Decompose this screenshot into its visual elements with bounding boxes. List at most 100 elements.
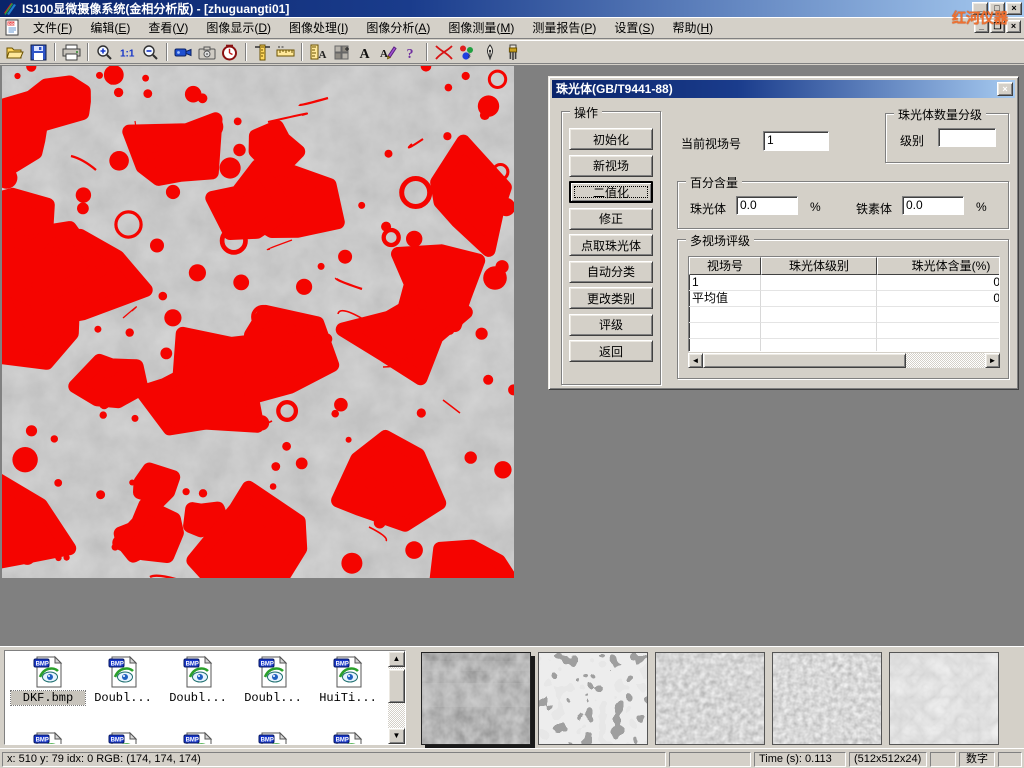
- save-button[interactable]: [27, 41, 50, 63]
- ruler-button[interactable]: [274, 41, 297, 63]
- annotate-button[interactable]: A: [376, 41, 399, 63]
- print-button[interactable]: [60, 41, 83, 63]
- actual-size-button[interactable]: 1:1: [116, 41, 139, 63]
- camera-capture-button[interactable]: [195, 41, 218, 63]
- file-item-row2-0[interactable]: BMP: [11, 731, 85, 745]
- help-button[interactable]: ?: [399, 41, 422, 63]
- window-close-button[interactable]: ×: [1006, 2, 1022, 15]
- file-item-0[interactable]: BMP DKF.bmp: [11, 655, 85, 705]
- op-button-8[interactable]: 返回: [569, 340, 653, 362]
- op-button-label: 点取珠光体: [581, 237, 641, 254]
- cursor-position-status: x: 510 y: 79 idx: 0 RGB: (174, 174, 174): [2, 752, 666, 767]
- table-row[interactable]: 10.0: [689, 275, 999, 291]
- dialog-title: 珠光体(GB/T9441-88): [556, 82, 673, 96]
- table-horizontal-scrollbar[interactable]: ◄ ►: [688, 353, 1000, 368]
- open-file-button[interactable]: [4, 41, 27, 63]
- video-camera-button[interactable]: [172, 41, 195, 63]
- op-button-0[interactable]: 初始化: [569, 128, 653, 150]
- scroll-left-icon[interactable]: ◄: [688, 353, 703, 368]
- menu-item-5[interactable]: 图像分析(A): [357, 16, 439, 39]
- file-item-row2-3[interactable]: BMP: [236, 731, 310, 745]
- thumbnail-5[interactable]: [889, 652, 999, 745]
- thumbnail-4[interactable]: [772, 652, 882, 745]
- zoom-out-button[interactable]: [139, 41, 162, 63]
- svg-text:BMP: BMP: [36, 662, 49, 668]
- file-name[interactable]: DKF.bmp: [11, 691, 85, 705]
- menu-item-3[interactable]: 图像显示(D): [197, 16, 280, 39]
- table-cell-pearlite: 0.0: [877, 275, 1000, 291]
- op-button-7[interactable]: 评级: [569, 314, 653, 336]
- file-name[interactable]: Doubl...: [236, 691, 310, 705]
- menu-item-9[interactable]: 帮助(H): [663, 16, 722, 39]
- brush-tool-button[interactable]: [501, 41, 524, 63]
- measure-label-icon: A: [310, 44, 328, 61]
- file-item-2[interactable]: BMP Doubl...: [161, 655, 235, 705]
- caliper-button[interactable]: [251, 41, 274, 63]
- file-item-row2-4[interactable]: BMP: [311, 731, 385, 745]
- file-name[interactable]: Doubl...: [161, 691, 235, 705]
- op-button-3[interactable]: 修正: [569, 208, 653, 230]
- curve-tool-button[interactable]: [432, 41, 455, 63]
- bmp-file-icon: BMP: [31, 731, 65, 745]
- menu-item-0[interactable]: 文件(F): [24, 16, 81, 39]
- menu-item-2[interactable]: 查看(V): [139, 16, 197, 39]
- file-item-3[interactable]: BMP Doubl...: [236, 655, 310, 705]
- curve-tool-icon: [434, 44, 454, 61]
- pearlite-dialog: 珠光体(GB/T9441-88) × 操作 初始化新视场二值化修正点取珠光体自动…: [548, 76, 1019, 390]
- scrollbar-thumb[interactable]: [388, 669, 405, 703]
- menu-item-1[interactable]: 编辑(E): [81, 16, 139, 39]
- metallographic-image[interactable]: [2, 66, 514, 578]
- dialog-close-button[interactable]: ×: [997, 82, 1013, 96]
- text-button[interactable]: A: [353, 41, 376, 63]
- table-header-2[interactable]: 珠光体含量(%): [877, 257, 1000, 275]
- file-item-row2-1[interactable]: BMP: [86, 731, 160, 745]
- menu-item-8[interactable]: 设置(S): [605, 16, 663, 39]
- ruler-icon: [276, 45, 295, 60]
- file-item-1[interactable]: BMP Doubl...: [86, 655, 160, 705]
- measure-label-button[interactable]: A: [307, 41, 330, 63]
- current-field-input[interactable]: 1: [763, 131, 829, 151]
- file-name[interactable]: Doubl...: [86, 691, 160, 705]
- menu-item-4[interactable]: 图像处理(I): [280, 16, 357, 39]
- table-header-0[interactable]: 视场号: [689, 257, 761, 275]
- thumbnail-1[interactable]: [421, 652, 531, 745]
- file-list: BMP DKF.bmp BMP Doubl... BMP Doubl... BM…: [4, 650, 406, 745]
- pearlite-input[interactable]: 0.0: [736, 196, 798, 215]
- op-button-1[interactable]: 新视场: [569, 155, 653, 177]
- timer-button[interactable]: [218, 41, 241, 63]
- count-points-button[interactable]: 3: [455, 41, 478, 63]
- grade-input[interactable]: [938, 128, 996, 147]
- menu-item-6[interactable]: 图像测量(M): [439, 16, 523, 39]
- op-button-4[interactable]: 点取珠光体: [569, 234, 653, 256]
- grid-measure-button[interactable]: [330, 41, 353, 63]
- multi-field-group: 多视场评级 视场号珠光体级别珠光体含量(%)铁素体 10.0平均值0.0 ◄ ►: [677, 239, 1009, 379]
- table-row[interactable]: 平均值0.0: [689, 291, 999, 307]
- scroll-up-icon[interactable]: ▲: [388, 651, 405, 667]
- file-name[interactable]: HuiTi...: [311, 691, 385, 705]
- scroll-down-icon[interactable]: ▼: [388, 728, 405, 744]
- table-header-1[interactable]: 珠光体级别: [761, 257, 877, 275]
- child-close-button[interactable]: ×: [1006, 20, 1021, 33]
- ferrite-label: 铁素体: [856, 200, 892, 217]
- file-list-scrollbar[interactable]: ▲ ▼: [388, 651, 405, 744]
- file-item-4[interactable]: BMP HuiTi...: [311, 655, 385, 705]
- scrollbar-thumb[interactable]: [703, 353, 906, 368]
- rating-table[interactable]: 视场号珠光体级别珠光体含量(%)铁素体 10.0平均值0.0: [688, 256, 1000, 352]
- op-button-6[interactable]: 更改类别: [569, 287, 653, 309]
- zoom-in-button[interactable]: [93, 41, 116, 63]
- svg-text:A: A: [380, 48, 388, 60]
- pen-tool-button[interactable]: [478, 41, 501, 63]
- application-window: IS100显微摄像系统(金相分析版) - [zhuguangti01] _ □ …: [0, 0, 1024, 768]
- thumbnail-3[interactable]: [655, 652, 765, 745]
- help-icon: ?: [404, 44, 418, 61]
- menu-item-7[interactable]: 测量报告(P): [523, 16, 605, 39]
- op-button-5[interactable]: 自动分类: [569, 261, 653, 283]
- op-button-2[interactable]: 二值化: [569, 181, 653, 203]
- ferrite-input[interactable]: 0.0: [902, 196, 964, 215]
- dialog-title-bar[interactable]: 珠光体(GB/T9441-88) ×: [552, 80, 1015, 98]
- thumbnail-2[interactable]: [538, 652, 648, 745]
- scroll-right-icon[interactable]: ►: [985, 353, 1000, 368]
- caliper-icon: [254, 44, 271, 61]
- file-item-row2-2[interactable]: BMP: [161, 731, 235, 745]
- toolbar-separator: [301, 43, 303, 61]
